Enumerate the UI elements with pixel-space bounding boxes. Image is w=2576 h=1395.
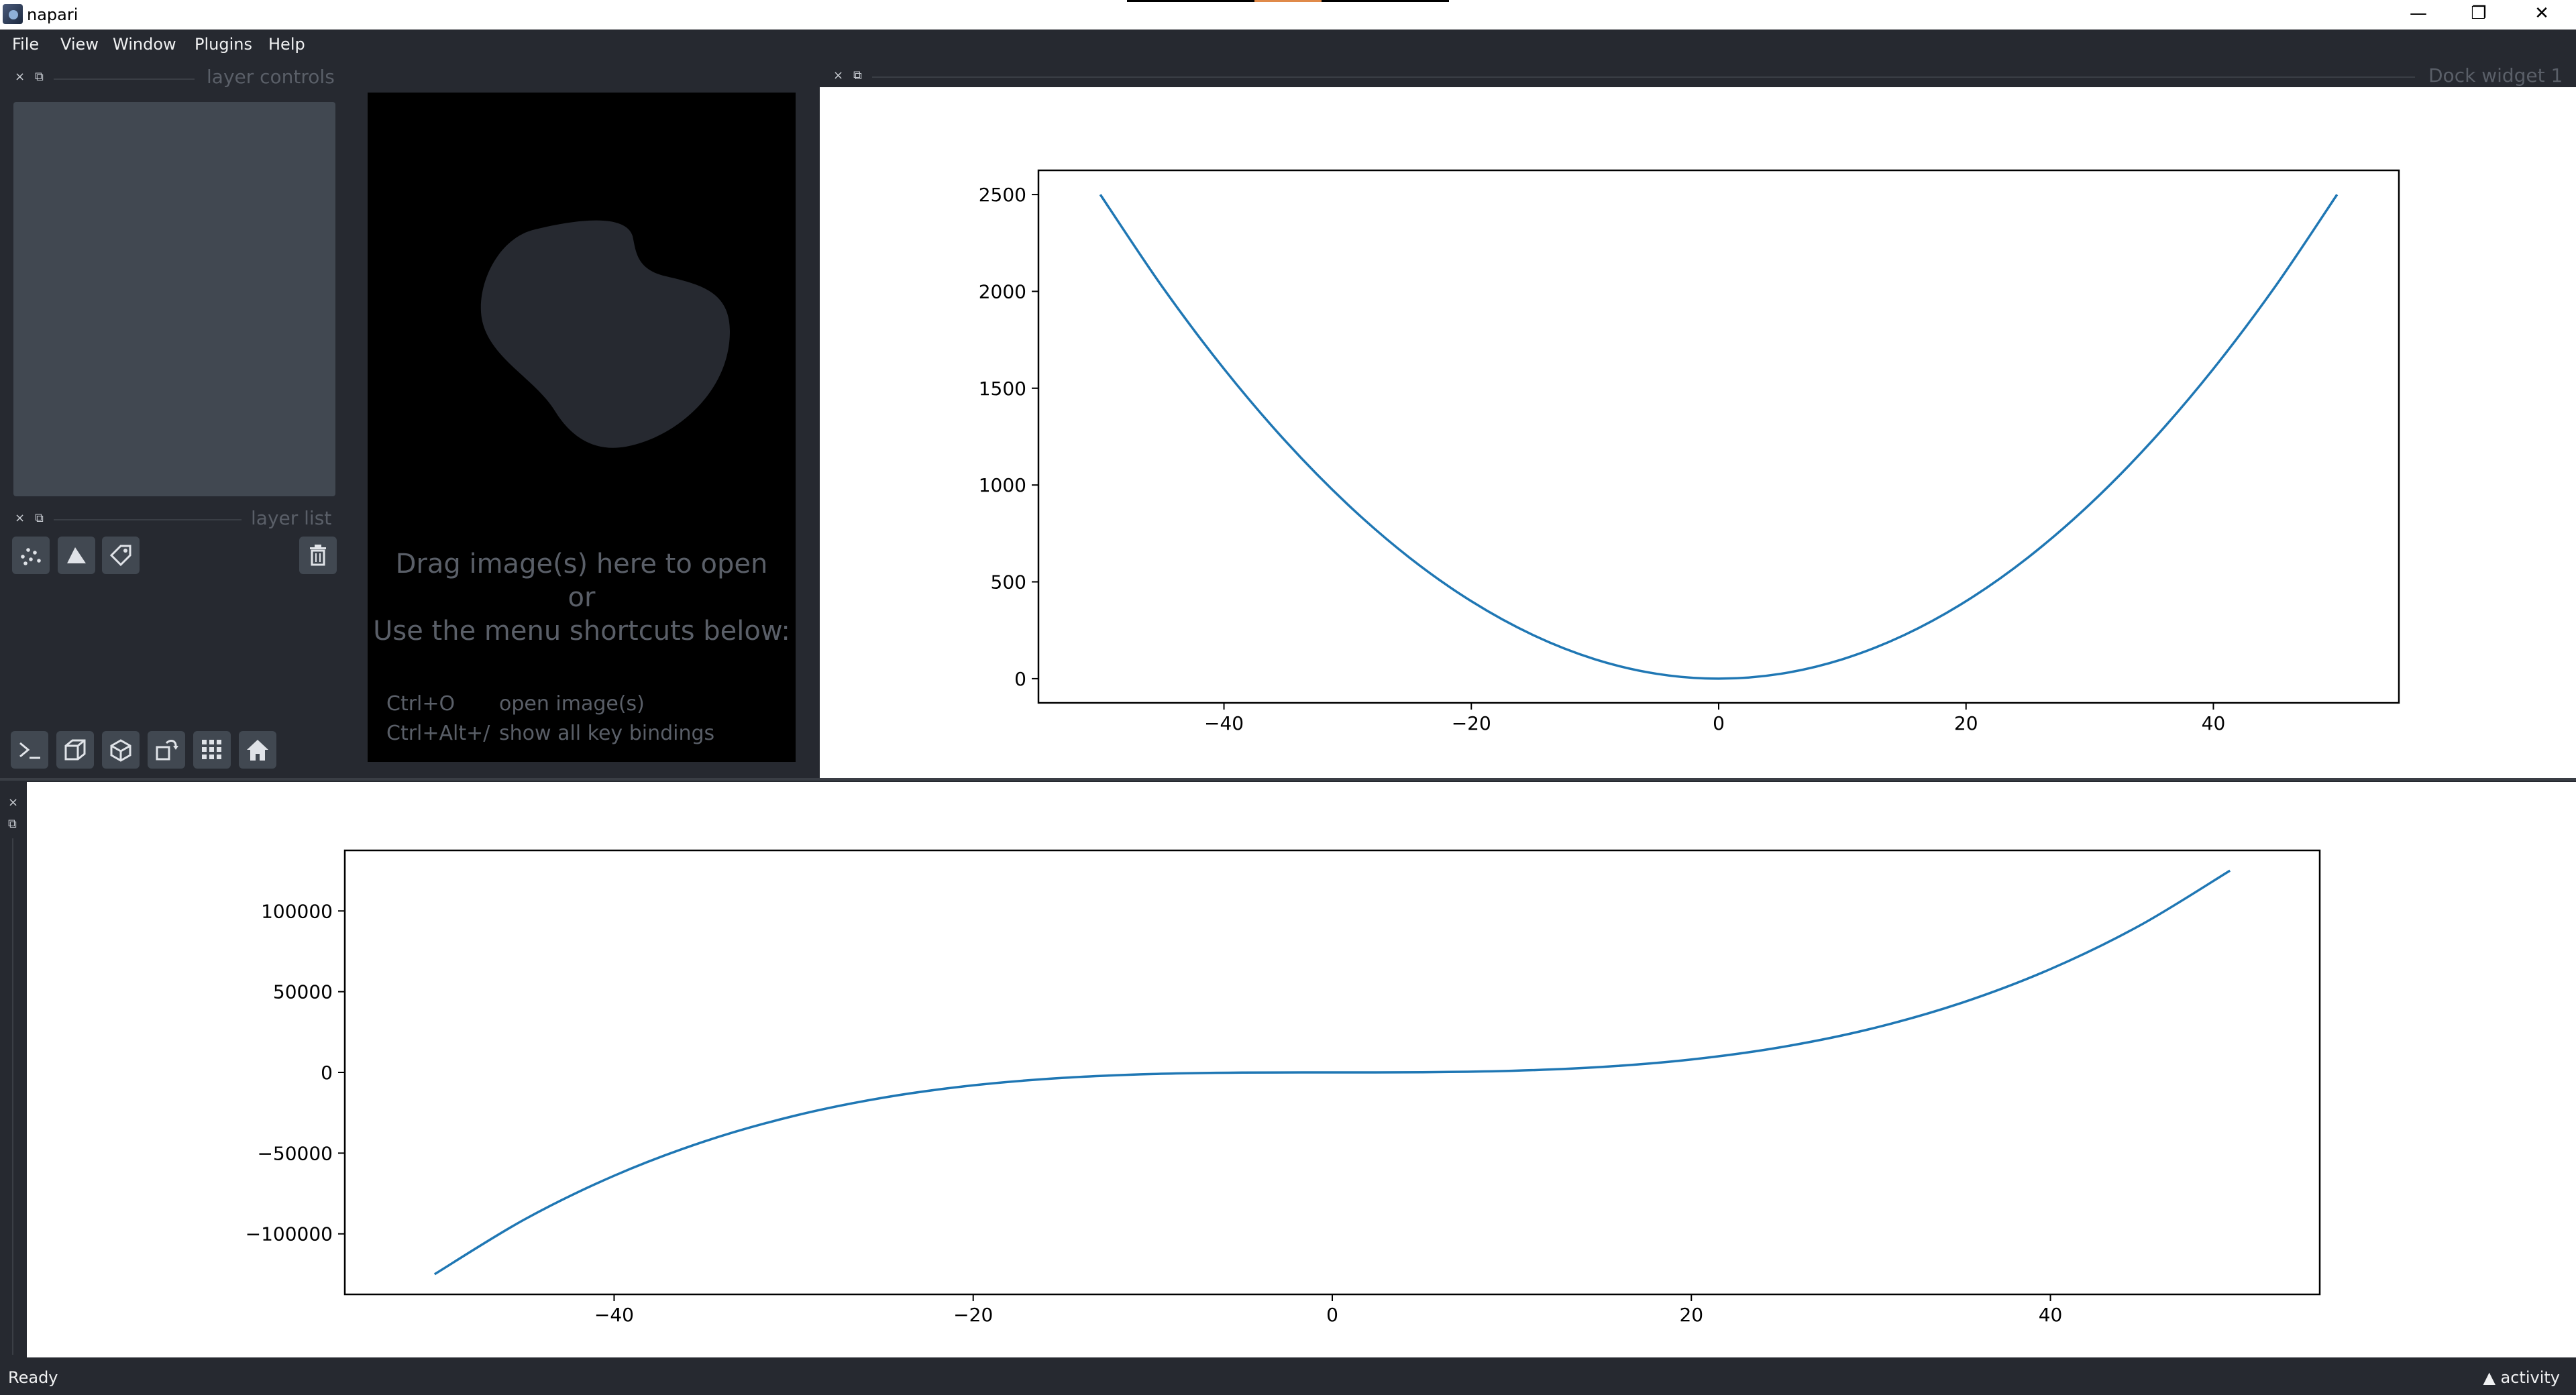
activity-toggle[interactable]: ▲ activity (2483, 1368, 2560, 1387)
y-tick-label: 1500 (979, 378, 1026, 400)
x-tick-label: −40 (594, 1304, 634, 1326)
dock-grip (54, 519, 241, 520)
y-tick-label: 500 (991, 571, 1026, 594)
y-tick-label: 2500 (979, 184, 1026, 206)
shortcut-key: Ctrl+O (386, 692, 455, 716)
series-line (433, 869, 2231, 1276)
viewer-canvas[interactable]: Drag image(s) here to open or Use the me… (368, 93, 796, 762)
quadratic-line-chart: −40 −20 0 20 40 0 500 1000 1500 2000 2500 (979, 169, 2400, 734)
transpose-button[interactable] (148, 731, 185, 769)
napari-logo-icon (3, 4, 23, 24)
points-icon (21, 548, 41, 565)
x-tick-label: 40 (2202, 712, 2226, 734)
window-title: napari (27, 5, 78, 24)
y-tick-label: 1000 (979, 474, 1026, 496)
menu-file[interactable]: File (12, 35, 39, 54)
menu-help[interactable]: Help (268, 35, 305, 54)
shortcut-description: show all key bindings (499, 722, 715, 745)
grid-view-button[interactable] (193, 731, 231, 769)
series-line (1099, 194, 2339, 680)
menu-window[interactable]: Window (113, 35, 176, 54)
y-tick-label: −50000 (257, 1142, 333, 1164)
new-points-layer-button[interactable] (12, 537, 50, 574)
cubic-line-chart: −40 −20 0 20 40 −100000 −50000 0 50000 100000 (246, 849, 2321, 1326)
x-tick-label: 20 (1679, 1304, 1703, 1326)
menu-view[interactable]: View (60, 35, 99, 54)
restore-button[interactable]: ❐ (2449, 0, 2509, 30)
status-text: Ready (8, 1368, 58, 1387)
layer-controls-close-icon[interactable]: × (15, 70, 25, 84)
roll-icon (110, 739, 131, 762)
dock-splitter[interactable] (0, 778, 2576, 781)
y-tick-label: 50000 (273, 981, 333, 1003)
title-accent-bar (1127, 0, 1449, 2)
close-button[interactable]: ✕ (2512, 0, 2572, 30)
layer-list-close-icon[interactable]: × (15, 511, 25, 525)
dock-grip (54, 78, 195, 80)
menu-bar: File View Window Plugins Help (0, 30, 2576, 62)
y-tick-label: 2000 (979, 280, 1026, 302)
shapes-icon (67, 547, 86, 563)
delete-icon (310, 545, 326, 566)
plot-bottom-close-icon[interactable]: × (8, 795, 18, 810)
layer-list-float-icon[interactable]: ⧉ (35, 511, 44, 525)
console-icon (19, 742, 40, 759)
plot-bottom-canvas[interactable]: −40 −20 0 20 40 −100000 −50000 0 50000 100000 (27, 782, 2576, 1357)
status-bar: Ready ▲ activity (0, 1359, 2576, 1395)
y-tick-label: 0 (1014, 668, 1026, 690)
layer-controls-float-icon[interactable]: ⧉ (35, 70, 44, 84)
layer-list-title: layer list (251, 507, 332, 529)
labels-icon (109, 545, 131, 567)
welcome-line-1: Drag image(s) here to open (395, 549, 768, 579)
home-button[interactable] (239, 731, 276, 769)
plot-top-canvas[interactable]: −40 −20 0 20 40 0 500 1000 1500 2000 2500 (820, 87, 2576, 778)
shortcut-key: Ctrl+Alt+/ (386, 722, 490, 745)
x-tick-label: 0 (1326, 1304, 1338, 1326)
bottom-dock-titlebar (0, 781, 27, 1357)
delete-layer-button[interactable] (299, 537, 337, 574)
plot-bottom-float-icon[interactable]: ⧉ (8, 817, 17, 831)
minimize-button[interactable]: — (2388, 0, 2449, 30)
plot-top-float-icon[interactable]: ⧉ (853, 68, 862, 82)
new-shapes-layer-button[interactable] (58, 537, 95, 574)
layer-controls-panel (13, 102, 335, 496)
y-tick-label: 0 (321, 1062, 333, 1084)
y-tick-label: −100000 (246, 1223, 333, 1245)
home-icon (247, 740, 268, 761)
plot-frame (1037, 169, 2400, 704)
transpose-icon (156, 740, 178, 761)
menu-plugins[interactable]: Plugins (195, 35, 252, 54)
roll-dimensions-button[interactable] (102, 731, 140, 769)
ndisplay-icon (64, 739, 86, 761)
new-labels-layer-button[interactable] (102, 537, 140, 574)
welcome-line-2: or (568, 582, 596, 613)
ndisplay-button[interactable] (56, 731, 94, 769)
shortcut-description: open image(s) (499, 692, 645, 716)
layer-controls-title: layer controls (207, 66, 335, 88)
plot-top-dock-title: Dock widget 1 (2428, 64, 2563, 87)
plot-top-close-icon[interactable]: × (833, 68, 843, 82)
dock-grip (12, 838, 13, 1355)
y-tick-label: 100000 (261, 900, 333, 922)
grid-icon (202, 740, 221, 759)
x-tick-label: −20 (953, 1304, 993, 1326)
x-tick-label: −40 (1204, 712, 1244, 734)
x-tick-label: 0 (1713, 712, 1725, 734)
x-tick-label: −20 (1452, 712, 1491, 734)
title-bar: napari — ❐ ✕ (0, 0, 2576, 30)
welcome-line-3: Use the menu shortcuts below: (373, 616, 790, 647)
x-tick-label: 20 (1954, 712, 1978, 734)
napari-welcome-logo (480, 220, 730, 448)
x-tick-label: 40 (2039, 1304, 2063, 1326)
dock-grip (872, 76, 2415, 78)
console-button[interactable] (11, 731, 48, 769)
